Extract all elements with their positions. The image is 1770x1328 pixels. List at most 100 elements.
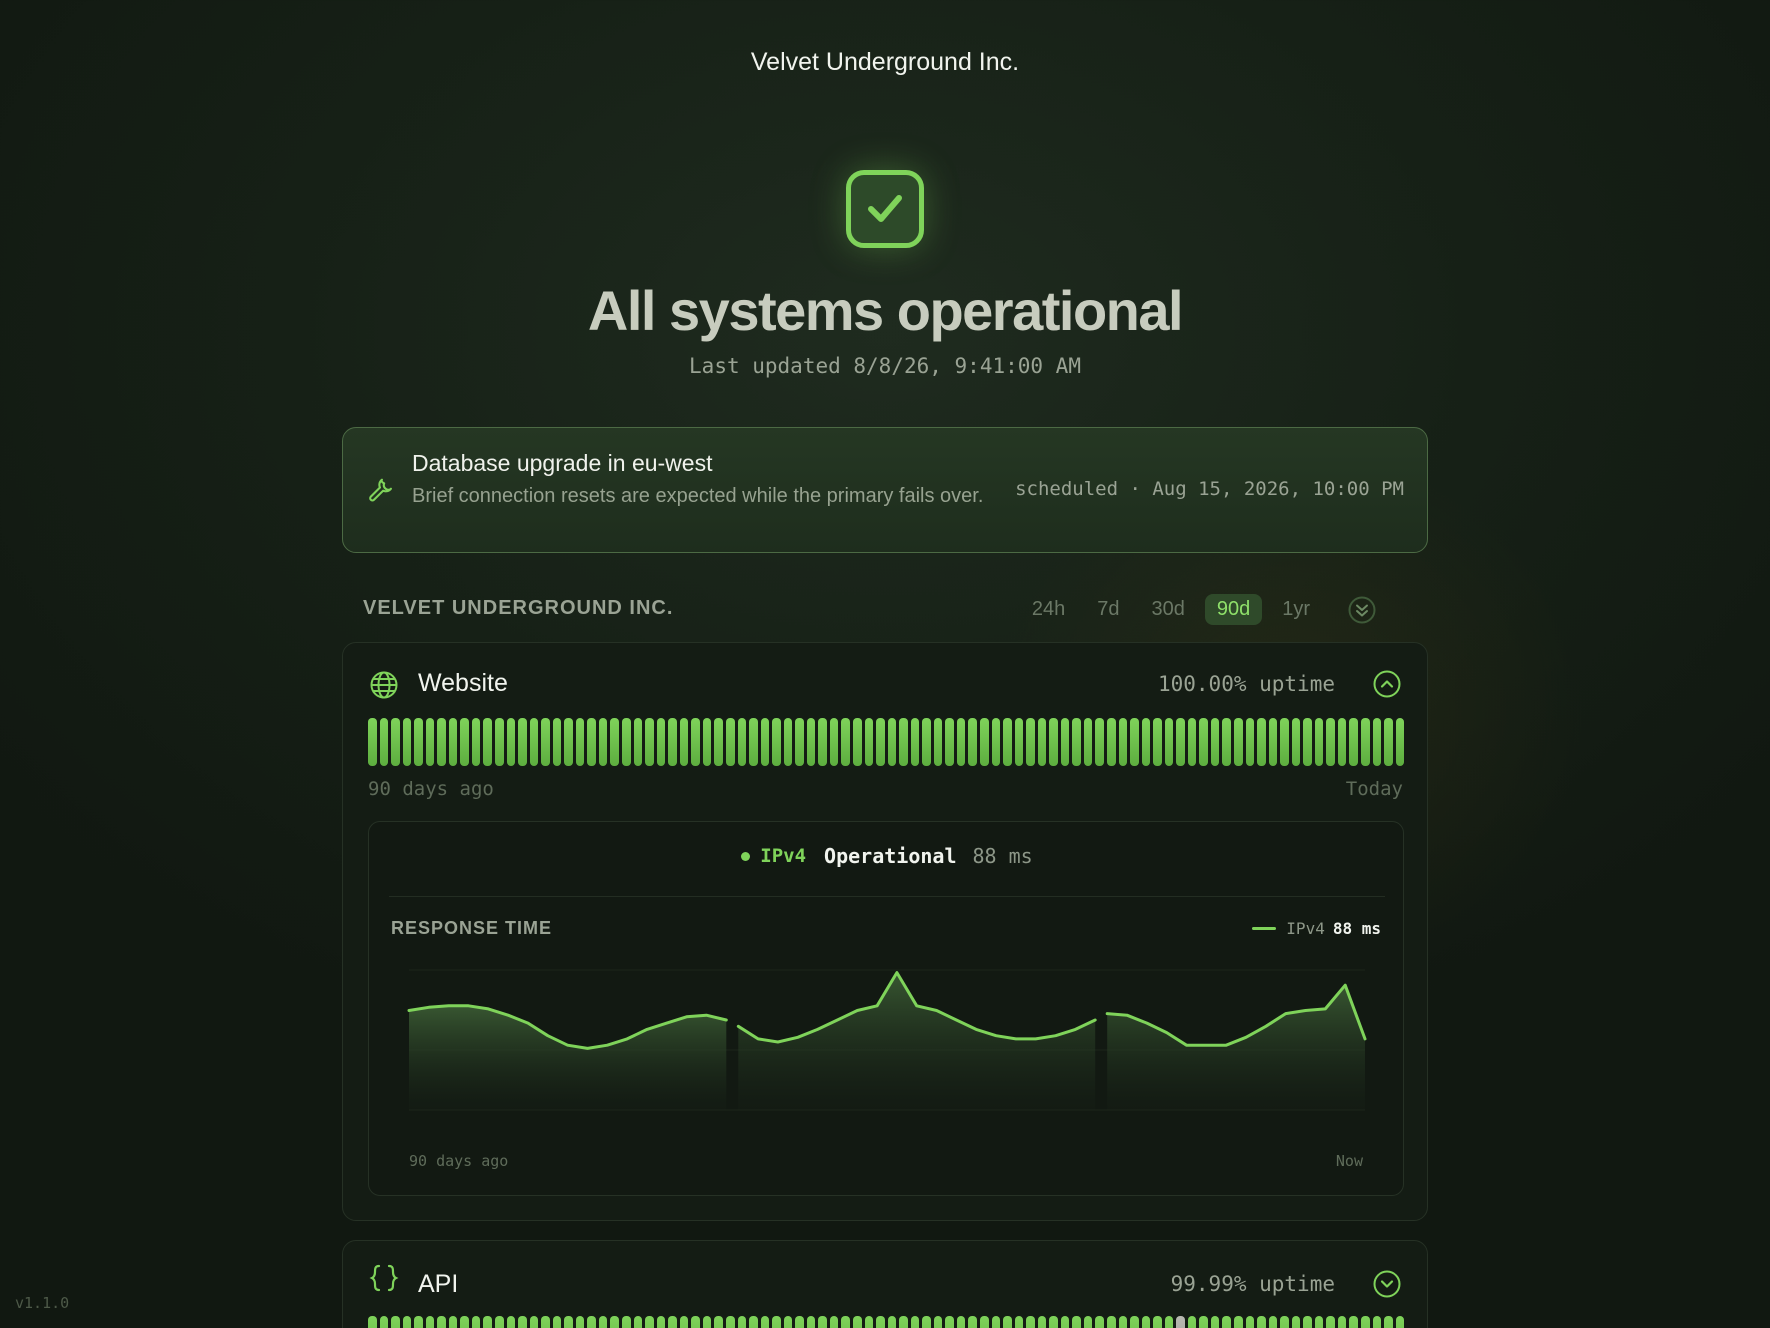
uptime-day-bar[interactable] (899, 718, 908, 766)
uptime-day-bar[interactable] (518, 1316, 527, 1328)
uptime-day-bar[interactable] (795, 1316, 804, 1328)
uptime-day-bar[interactable] (1164, 718, 1174, 766)
uptime-day-bar[interactable] (1349, 718, 1359, 766)
uptime-day-bar[interactable] (806, 1316, 816, 1328)
uptime-day-bar[interactable] (783, 1316, 793, 1328)
uptime-day-bar[interactable] (541, 1316, 550, 1328)
uptime-day-bar[interactable] (1141, 718, 1151, 766)
uptime-day-bar[interactable] (691, 718, 700, 766)
uptime-day-bar[interactable] (1337, 1316, 1347, 1328)
uptime-day-bar[interactable] (749, 1316, 758, 1328)
uptime-day-bar[interactable] (483, 1316, 493, 1328)
uptime-day-bar[interactable] (1222, 718, 1232, 766)
uptime-day-bar[interactable] (1026, 1316, 1035, 1328)
uptime-day-bar[interactable] (1130, 1316, 1139, 1328)
uptime-day-bar[interactable] (1141, 1316, 1151, 1328)
uptime-day-bar[interactable] (979, 718, 989, 766)
uptime-day-bar[interactable] (598, 718, 608, 766)
uptime-day-bar[interactable] (1280, 718, 1289, 766)
uptime-day-bar[interactable] (1130, 718, 1139, 766)
uptime-day-bar[interactable] (598, 1316, 608, 1328)
uptime-day-bar[interactable] (1095, 718, 1104, 766)
uptime-day-bar[interactable] (864, 1316, 874, 1328)
uptime-day-bar[interactable] (1037, 1316, 1047, 1328)
uptime-day-bar[interactable] (922, 1316, 931, 1328)
uptime-day-bar[interactable] (437, 718, 446, 766)
uptime-day-bar[interactable] (818, 1316, 827, 1328)
uptime-day-bar[interactable] (541, 718, 550, 766)
uptime-day-bar[interactable] (933, 1316, 943, 1328)
chevron-up-icon[interactable] (1373, 670, 1401, 698)
range-24h[interactable]: 24h (1020, 594, 1077, 625)
uptime-day-bar[interactable] (379, 1316, 389, 1328)
uptime-day-bar[interactable] (910, 718, 920, 766)
uptime-day-bar[interactable] (725, 718, 735, 766)
uptime-day-bar[interactable] (806, 718, 816, 766)
uptime-day-bar[interactable] (633, 1316, 643, 1328)
range-90d[interactable]: 90d (1204, 594, 1263, 625)
uptime-day-bar[interactable] (1372, 718, 1382, 766)
uptime-day-bar[interactable] (956, 1316, 966, 1328)
uptime-day-bar[interactable] (495, 1316, 504, 1328)
uptime-day-bar[interactable] (1187, 1316, 1197, 1328)
uptime-day-bar[interactable] (1003, 718, 1012, 766)
uptime-day-bar[interactable] (1384, 1316, 1393, 1328)
uptime-day-bar[interactable] (876, 1316, 885, 1328)
range-30d[interactable]: 30d (1139, 594, 1196, 625)
uptime-day-bar[interactable] (922, 718, 931, 766)
uptime-day-bar[interactable] (414, 1316, 423, 1328)
uptime-day-bar[interactable] (899, 1316, 908, 1328)
uptime-day-bar[interactable] (1326, 1316, 1335, 1328)
uptime-day-bar[interactable] (1303, 718, 1312, 766)
uptime-day-bar[interactable] (1291, 1316, 1301, 1328)
uptime-day-bar[interactable] (956, 718, 966, 766)
uptime-day-bar[interactable] (448, 718, 458, 766)
uptime-day-bar[interactable] (1060, 1316, 1070, 1328)
uptime-day-bar[interactable] (1049, 718, 1058, 766)
uptime-day-bar[interactable] (968, 1316, 977, 1328)
uptime-day-bar[interactable] (552, 1316, 562, 1328)
uptime-day-bar[interactable] (1245, 718, 1255, 766)
uptime-day-bar[interactable] (437, 1316, 446, 1328)
uptime-day-bar[interactable] (668, 1316, 677, 1328)
uptime-day-bar[interactable] (460, 718, 469, 766)
uptime-day-bar[interactable] (391, 718, 400, 766)
uptime-day-bar[interactable] (1337, 718, 1347, 766)
uptime-day-bar[interactable] (1395, 1316, 1405, 1328)
uptime-day-bar[interactable] (575, 1316, 585, 1328)
uptime-day-bar[interactable] (1326, 718, 1335, 766)
uptime-day-bar[interactable] (1014, 1316, 1024, 1328)
uptime-day-bar[interactable] (887, 718, 897, 766)
uptime-day-bar[interactable] (679, 1316, 689, 1328)
uptime-day-bar[interactable] (772, 1316, 781, 1328)
uptime-day-bar[interactable] (991, 718, 1001, 766)
uptime-day-bar[interactable] (864, 718, 874, 766)
uptime-day-bar[interactable] (1107, 718, 1116, 766)
uptime-day-bar[interactable] (1199, 718, 1208, 766)
uptime-day-bar[interactable] (1268, 1316, 1278, 1328)
uptime-day-bar[interactable] (910, 1316, 920, 1328)
uptime-day-bar[interactable] (1083, 1316, 1093, 1328)
uptime-day-bar[interactable] (1280, 1316, 1289, 1328)
uptime-day-bar[interactable] (391, 1316, 400, 1328)
uptime-day-bar[interactable] (737, 718, 747, 766)
uptime-day-bar[interactable] (471, 718, 481, 766)
uptime-day-bar[interactable] (529, 718, 539, 766)
uptime-day-bar[interactable] (495, 718, 504, 766)
uptime-day-bar[interactable] (737, 1316, 747, 1328)
uptime-day-bar[interactable] (1072, 1316, 1081, 1328)
uptime-day-bar[interactable] (1210, 718, 1220, 766)
uptime-day-bar[interactable] (714, 718, 723, 766)
uptime-day-bar[interactable] (702, 1316, 712, 1328)
uptime-day-bar[interactable] (552, 718, 562, 766)
uptime-day-bar[interactable] (829, 718, 839, 766)
uptime-day-bar[interactable] (506, 1316, 516, 1328)
uptime-day-bar[interactable] (1153, 1316, 1162, 1328)
uptime-day-bar[interactable] (702, 718, 712, 766)
uptime-day-bar[interactable] (829, 1316, 839, 1328)
uptime-day-bar[interactable] (448, 1316, 458, 1328)
uptime-day-bar[interactable] (483, 718, 493, 766)
uptime-day-bar[interactable] (645, 1316, 654, 1328)
uptime-day-bar[interactable] (506, 718, 516, 766)
uptime-day-bar[interactable] (471, 1316, 481, 1328)
